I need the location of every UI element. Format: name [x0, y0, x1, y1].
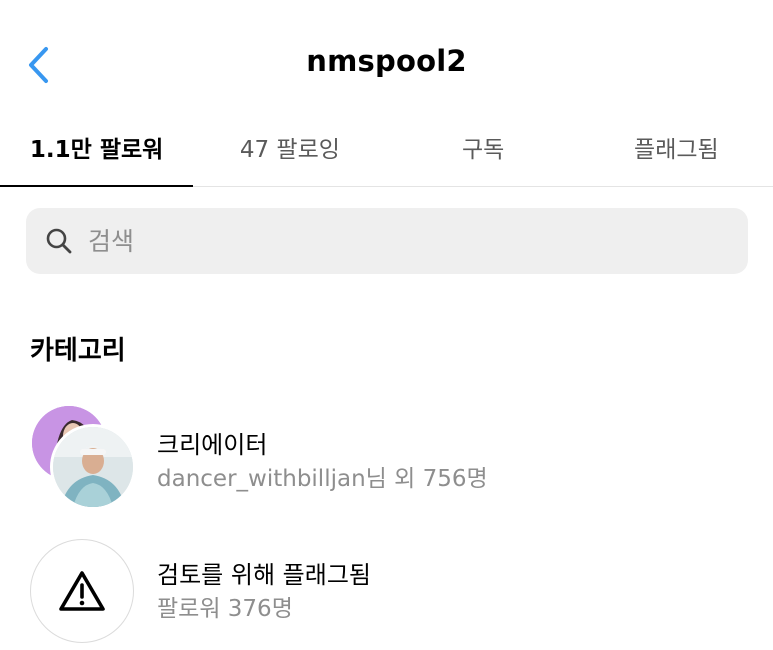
- row-text: 검토를 위해 플래그됨 팔로워 376명: [157, 559, 371, 625]
- followers-screen: nmspool2 1.1만 팔로워 47 팔로잉 구독 플래그됨 카테고리: [0, 0, 773, 650]
- tab-subscriptions[interactable]: 구독: [387, 118, 580, 186]
- search-bar[interactable]: [26, 208, 748, 274]
- row-subtitle: 팔로워 376명: [157, 596, 293, 622]
- tab-following[interactable]: 47 팔로잉: [193, 118, 386, 186]
- row-text: 크리에이터 dancer_withbilljan님 외 756명: [157, 429, 488, 495]
- row-title: 크리에이터: [157, 431, 268, 459]
- tab-flagged[interactable]: 플래그됨: [580, 118, 773, 186]
- row-subtitle: dancer_withbilljan님 외 756명: [157, 466, 488, 492]
- category-row-flagged[interactable]: 검토를 위해 플래그됨 팔로워 376명: [0, 536, 773, 648]
- avatar-stack: [32, 406, 142, 518]
- section-title-categories: 카테고리: [30, 336, 126, 366]
- warning-badge: [30, 539, 134, 643]
- row-title: 검토를 위해 플래그됨: [157, 561, 371, 589]
- page-title: nmspool2: [306, 44, 467, 78]
- tab-bar: 1.1만 팔로워 47 팔로잉 구독 플래그됨: [0, 118, 773, 187]
- category-row-creators[interactable]: 크리에이터 dancer_withbilljan님 외 756명: [0, 406, 773, 518]
- tab-followers[interactable]: 1.1만 팔로워: [0, 118, 194, 187]
- avatar: [50, 424, 136, 510]
- search-input[interactable]: [86, 225, 710, 257]
- search-icon: [44, 226, 74, 256]
- warning-icon: [59, 571, 105, 611]
